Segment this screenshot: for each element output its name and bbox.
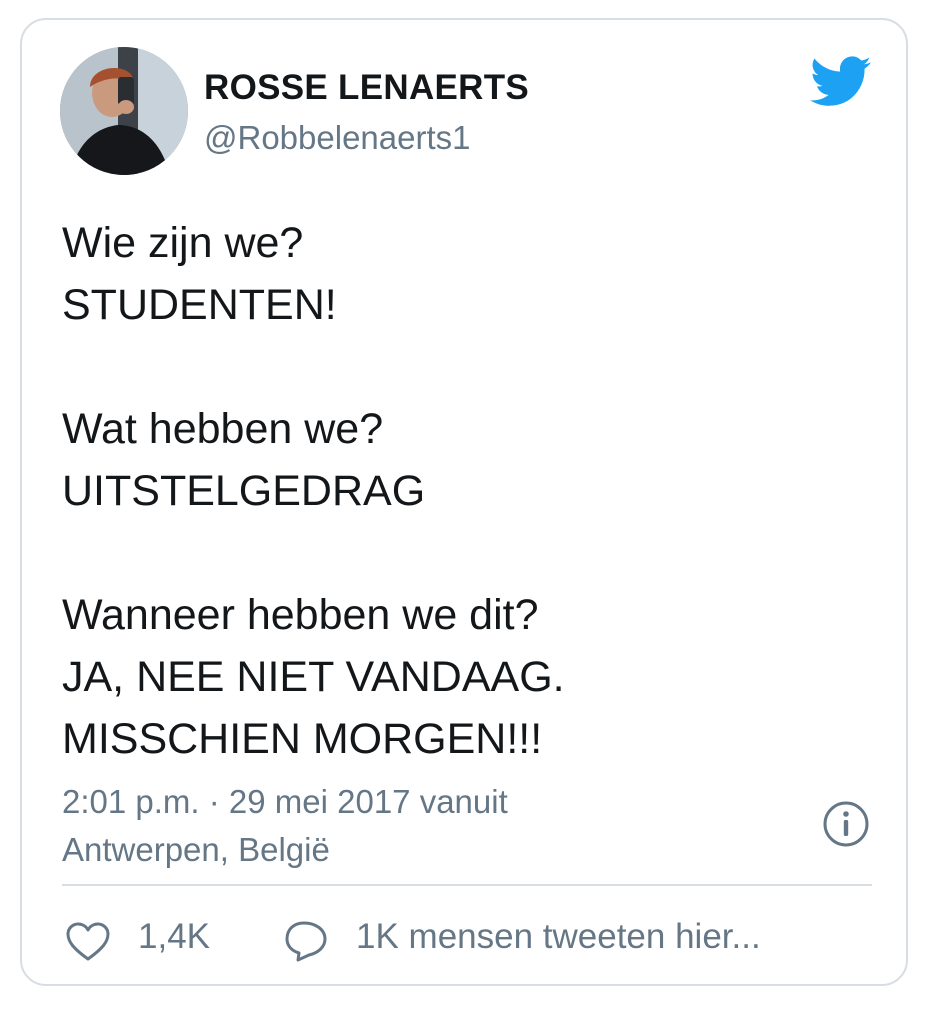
info-icon[interactable] [822,800,870,848]
divider [62,884,872,886]
author-name[interactable]: ROSSE LENAERTS [204,68,529,108]
twitter-bird-icon[interactable] [810,56,872,108]
like-count[interactable]: 1,4K [138,917,210,957]
tweet-line: Wanneer hebben we dit? [62,591,539,639]
tweet-line: UITSTELGEDRAG [62,467,426,515]
speech-bubble-icon[interactable] [284,920,328,962]
conversation-link[interactable]: 1K mensen tweeten hier... [356,917,761,957]
tweet-location[interactable]: Antwerpen, België [62,826,508,874]
tweet-text: Wie zijn we? STUDENTEN! Wat hebben we? U… [62,212,862,770]
tweet-line: Wie zijn we? [62,219,304,267]
heart-icon[interactable] [66,922,110,962]
tweet-line: MISSCHIEN MORGEN!!! [62,715,543,763]
author-handle[interactable]: @Robbelenaerts1 [204,119,471,157]
tweet-timestamp[interactable]: 2:01 p.m. · 29 mei 2017 vanuit [62,778,508,826]
avatar[interactable] [60,47,188,175]
tweet-meta: 2:01 p.m. · 29 mei 2017 vanuit Antwerpen… [62,778,508,874]
tweet-card: ROSSE LENAERTS @Robbelenaerts1 Wie zijn … [20,18,908,986]
tweet-line: Wat hebben we? [62,405,384,453]
tweet-line: STUDENTEN! [62,281,337,329]
tweet-line: JA, NEE NIET VANDAAG. [62,653,565,701]
